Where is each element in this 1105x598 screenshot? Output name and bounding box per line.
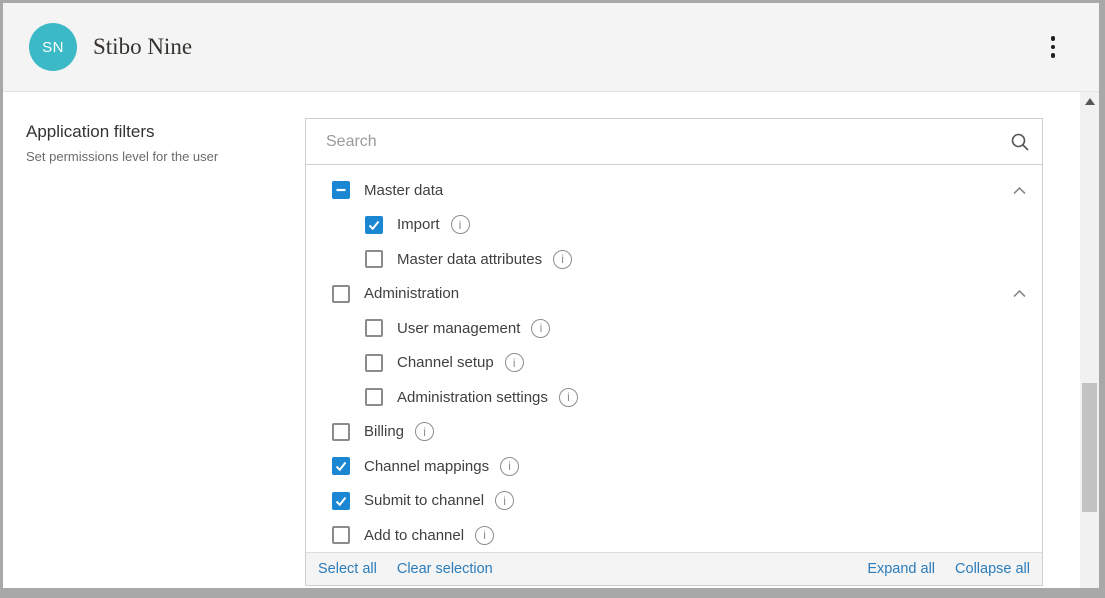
clear-selection-link[interactable]: Clear selection: [397, 561, 493, 577]
tree-row-label: Master data: [364, 182, 443, 199]
section-title: Application filters: [26, 122, 218, 142]
scroll-up-arrow-icon[interactable]: [1080, 92, 1099, 111]
panel-footer: Select all Clear selection Expand all Co…: [306, 552, 1042, 585]
tree-row-6: Administration settings: [306, 380, 1042, 415]
info-icon[interactable]: [495, 491, 514, 510]
checkbox[interactable]: [332, 492, 350, 510]
search-bar: [306, 119, 1042, 165]
info-icon[interactable]: [553, 250, 572, 269]
tree-row-label: Administration settings: [397, 389, 548, 406]
tree-row-8: Channel mappings: [306, 449, 1042, 484]
app-header: SN Stibo Nine: [3, 3, 1099, 92]
app-window: SN Stibo Nine Application filters Set pe…: [3, 3, 1099, 588]
filters-panel: Master data Import: [305, 118, 1043, 586]
tree-row-label: Add to channel: [364, 527, 464, 544]
checkbox[interactable]: [332, 457, 350, 475]
checkbox[interactable]: [332, 526, 350, 544]
info-icon[interactable]: [531, 319, 550, 338]
tree-row-2: Master data attributes: [306, 242, 1042, 277]
info-icon[interactable]: [505, 353, 524, 372]
section-subtitle: Set permissions level for the user: [26, 149, 218, 164]
info-icon[interactable]: [500, 457, 519, 476]
checkbox[interactable]: [365, 250, 383, 268]
info-icon[interactable]: [475, 526, 494, 545]
page-title: Stibo Nine: [93, 34, 192, 60]
tree-row-7: Billing: [306, 415, 1042, 450]
select-all-link[interactable]: Select all: [318, 561, 377, 577]
checkbox[interactable]: [365, 354, 383, 372]
checkbox[interactable]: [365, 216, 383, 234]
tree-row-5: Channel setup: [306, 346, 1042, 381]
avatar: SN: [29, 23, 77, 71]
tree-row-label: Billing: [364, 423, 404, 440]
checkbox[interactable]: [332, 423, 350, 441]
vertical-scrollbar[interactable]: [1080, 92, 1099, 588]
search-input[interactable]: [306, 119, 998, 164]
checkbox[interactable]: [365, 319, 383, 337]
tree-row-4: User management: [306, 311, 1042, 346]
info-icon[interactable]: [415, 422, 434, 441]
checkbox[interactable]: [365, 388, 383, 406]
tree-row-0: Master data: [306, 173, 1042, 208]
tree-row-9: Submit to channel: [306, 484, 1042, 519]
content-area: Application filters Set permissions leve…: [3, 92, 1099, 588]
tree-row-3: Administration: [306, 277, 1042, 312]
expand-all-link[interactable]: Expand all: [867, 561, 935, 577]
tree-row-label: Channel setup: [397, 354, 494, 371]
tree-row-label: Master data attributes: [397, 251, 542, 268]
info-icon[interactable]: [451, 215, 470, 234]
tree-row-1: Import: [306, 208, 1042, 243]
tree-row-label: User management: [397, 320, 520, 337]
tree-row-10: Add to channel: [306, 518, 1042, 552]
application-filters-section: Application filters Set permissions leve…: [26, 122, 218, 164]
search-icon[interactable]: [998, 119, 1042, 164]
info-icon[interactable]: [559, 388, 578, 407]
scrollbar-thumb[interactable]: [1082, 383, 1097, 512]
checkbox[interactable]: [332, 181, 350, 199]
tree-row-label: Administration: [364, 285, 459, 302]
tree-row-label: Channel mappings: [364, 458, 489, 475]
checkbox[interactable]: [332, 285, 350, 303]
window-frame: SN Stibo Nine Application filters Set pe…: [0, 0, 1105, 598]
chevron-up-icon[interactable]: [1011, 286, 1028, 301]
permissions-tree: Master data Import: [306, 165, 1042, 552]
chevron-up-icon[interactable]: [1011, 183, 1028, 198]
tree-row-label: Submit to channel: [364, 492, 484, 509]
collapse-all-link[interactable]: Collapse all: [955, 561, 1030, 577]
tree-row-label: Import: [397, 216, 440, 233]
kebab-menu-icon[interactable]: [1045, 30, 1062, 64]
